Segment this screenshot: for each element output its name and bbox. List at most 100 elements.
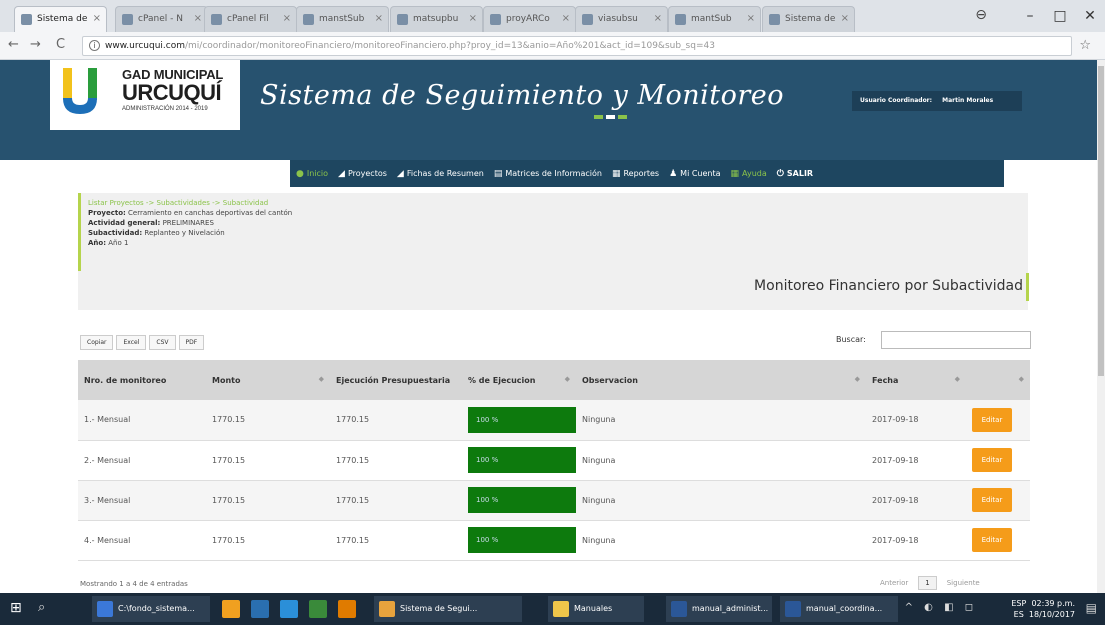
- nav-item-mi-cuenta[interactable]: ♟ Mi Cuenta: [669, 169, 720, 179]
- cell-observacion: Ninguna: [576, 400, 866, 441]
- browser-tab[interactable]: manstSub ×: [296, 6, 389, 32]
- nav-item-proyectos[interactable]: ◢ Proyectos: [338, 169, 387, 179]
- year-label: Año:: [88, 239, 107, 247]
- forward-arrow-icon[interactable]: →: [30, 37, 41, 52]
- col-header-ejecucion[interactable]: Ejecución Presupuestaria: [330, 360, 462, 400]
- cell-monto: 1770.15: [206, 480, 330, 521]
- breadcrumb[interactable]: Listar Proyectos -> Subactividades -> Su…: [88, 198, 292, 208]
- edit-button[interactable]: Editar: [972, 407, 1012, 432]
- pinned-app-icon[interactable]: [280, 600, 298, 618]
- col-header-observacion[interactable]: Observacion ◆: [576, 360, 866, 400]
- nav-item-matrices-de-informaci-n[interactable]: ▤ Matrices de Información: [494, 169, 602, 179]
- tab-close-icon[interactable]: ×: [562, 7, 570, 31]
- tab-close-icon[interactable]: ×: [841, 7, 849, 31]
- browser-tab[interactable]: viasubsu ×: [575, 6, 668, 32]
- address-bar: ← → C i www.urcuqui.com/mi/coordinador/m…: [0, 32, 1105, 60]
- maximize-button[interactable]: □: [1045, 8, 1075, 24]
- pdf-button[interactable]: PDF: [178, 335, 205, 350]
- copy-button[interactable]: Copiar: [80, 335, 114, 350]
- logo[interactable]: GAD MUNICIPAL URCUQUÍ ADMINISTRACIÓN 201…: [50, 60, 240, 130]
- back-arrow-icon[interactable]: ←: [8, 37, 19, 52]
- edit-button[interactable]: Editar: [972, 528, 1012, 552]
- nav-item-reportes[interactable]: ▦ Reportes: [612, 169, 659, 179]
- cell-actions: Editar: [966, 440, 1030, 481]
- next-page-button[interactable]: Siguiente: [947, 579, 980, 587]
- url-host: www.urcuqui.com: [105, 41, 185, 51]
- cell-fecha: 2017-09-18: [866, 400, 966, 441]
- csv-button[interactable]: CSV: [149, 335, 176, 350]
- tab-label: Sistema de: [37, 14, 88, 24]
- nav-item-ayuda[interactable]: ▦ Ayuda: [731, 169, 767, 179]
- close-window-button[interactable]: ✕: [1075, 8, 1105, 24]
- reload-icon[interactable]: C: [56, 37, 65, 52]
- col-header-porcentaje[interactable]: % de Ejecucion ◆: [462, 360, 576, 400]
- cell-fecha: 2017-09-18: [866, 520, 966, 561]
- decoration-dot: [618, 115, 627, 119]
- system-tray-icons[interactable]: ^ ◐ ◧ ◻: [905, 602, 977, 613]
- user-label: Usuario Coordinador:: [860, 97, 933, 104]
- minimize-button[interactable]: –: [1015, 8, 1045, 24]
- nav-item-salir[interactable]: ⏻ SALIR: [777, 169, 813, 179]
- tab-close-icon[interactable]: ×: [654, 7, 662, 31]
- search-icon[interactable]: ⌕: [38, 600, 45, 615]
- col-header-nro[interactable]: Nro. de monitoreo: [78, 360, 206, 400]
- cell-porcentaje: 100 %: [462, 480, 576, 521]
- search-input[interactable]: [881, 331, 1031, 349]
- tab-close-icon[interactable]: ×: [747, 7, 755, 31]
- pinned-app-icon[interactable]: [251, 600, 269, 618]
- tab-close-icon[interactable]: ×: [194, 7, 202, 31]
- edit-button[interactable]: Editar: [972, 488, 1012, 512]
- col-header-fecha[interactable]: Fecha ◆: [866, 360, 966, 400]
- cell-porcentaje: 100 %: [462, 440, 576, 481]
- browser-tab[interactable]: matsupbu ×: [390, 6, 483, 32]
- app-icon: [553, 601, 569, 617]
- pinned-app-icon[interactable]: [309, 600, 327, 618]
- profile-icon[interactable]: ⊖: [975, 7, 987, 23]
- browser-tab[interactable]: proyARCo ×: [483, 6, 576, 32]
- browser-tab[interactable]: Sistema de ×: [762, 6, 855, 32]
- nav-item-inicio[interactable]: ● Inicio: [296, 169, 328, 179]
- pinned-app-icon[interactable]: [222, 600, 240, 618]
- windows-start-icon[interactable]: ⊞: [10, 600, 22, 616]
- pinned-app-icon[interactable]: [338, 600, 356, 618]
- col-header-monto[interactable]: Monto ◆: [206, 360, 330, 400]
- subactivity-line: Subactividad: Replanteo y Nivelación: [88, 228, 292, 238]
- project-value: Cerramiento en canchas deportivas del ca…: [128, 209, 293, 217]
- main-nav: ● Inicio ◢ Proyectos ◢ Fichas de Resumen ▤ Matr…: [290, 160, 1004, 187]
- tab-close-icon[interactable]: ×: [469, 7, 477, 31]
- tab-close-icon[interactable]: ×: [375, 7, 383, 31]
- home-icon: ●: [296, 168, 304, 179]
- col-header-actions[interactable]: ◆: [966, 360, 1030, 400]
- edit-button[interactable]: Editar: [972, 448, 1012, 472]
- nav-item-label: Inicio: [306, 169, 329, 178]
- taskbar-app[interactable]: manual_administ...: [666, 596, 772, 622]
- taskbar-app[interactable]: manual_coordina...: [780, 596, 898, 622]
- excel-button[interactable]: Excel: [116, 335, 147, 350]
- sort-icon: ◆: [1018, 375, 1024, 383]
- browser-tab[interactable]: Sistema de ×: [14, 6, 107, 32]
- scrollbar-thumb[interactable]: [1098, 66, 1104, 376]
- browser-tab[interactable]: cPanel Fil ×: [204, 6, 297, 32]
- table-row: 2.- Mensual 1770.15 1770.15 100 % Ninguna 201…: [78, 440, 1030, 481]
- sort-icon: ◆: [564, 375, 570, 383]
- tab-close-icon[interactable]: ×: [93, 7, 101, 31]
- page-number-button[interactable]: 1: [918, 576, 937, 590]
- tab-close-icon[interactable]: ×: [283, 7, 291, 31]
- pagination: Anterior 1 Siguiente: [880, 576, 980, 590]
- browser-tab[interactable]: cPanel - N ×: [115, 6, 208, 32]
- cell-ejecucion: 1770.15: [330, 480, 462, 521]
- info-icon[interactable]: i: [89, 40, 100, 51]
- taskbar-app[interactable]: C:\fondo_sistema...: [92, 596, 210, 622]
- taskbar-app[interactable]: Manuales: [548, 596, 644, 622]
- nav-item-fichas-de-resumen[interactable]: ◢ Fichas de Resumen: [397, 169, 484, 179]
- prev-page-button[interactable]: Anterior: [880, 579, 908, 587]
- site-header: GAD MUNICIPAL URCUQUÍ ADMINISTRACIÓN 201…: [0, 60, 1105, 187]
- taskbar-app[interactable]: Sistema de Segui...: [374, 596, 522, 622]
- nav-item-label: Reportes: [623, 169, 660, 178]
- star-icon[interactable]: ☆: [1079, 38, 1091, 53]
- clock[interactable]: ESP 02:39 p.m. ES 18/10/2017: [1011, 598, 1075, 620]
- url-input[interactable]: i www.urcuqui.com/mi/coordinador/monitor…: [82, 36, 1072, 56]
- notifications-icon[interactable]: ▤: [1086, 601, 1097, 615]
- site-title: Sistema de Seguimiento y Monitoreo: [260, 80, 785, 111]
- browser-tab[interactable]: mantSub ×: [668, 6, 761, 32]
